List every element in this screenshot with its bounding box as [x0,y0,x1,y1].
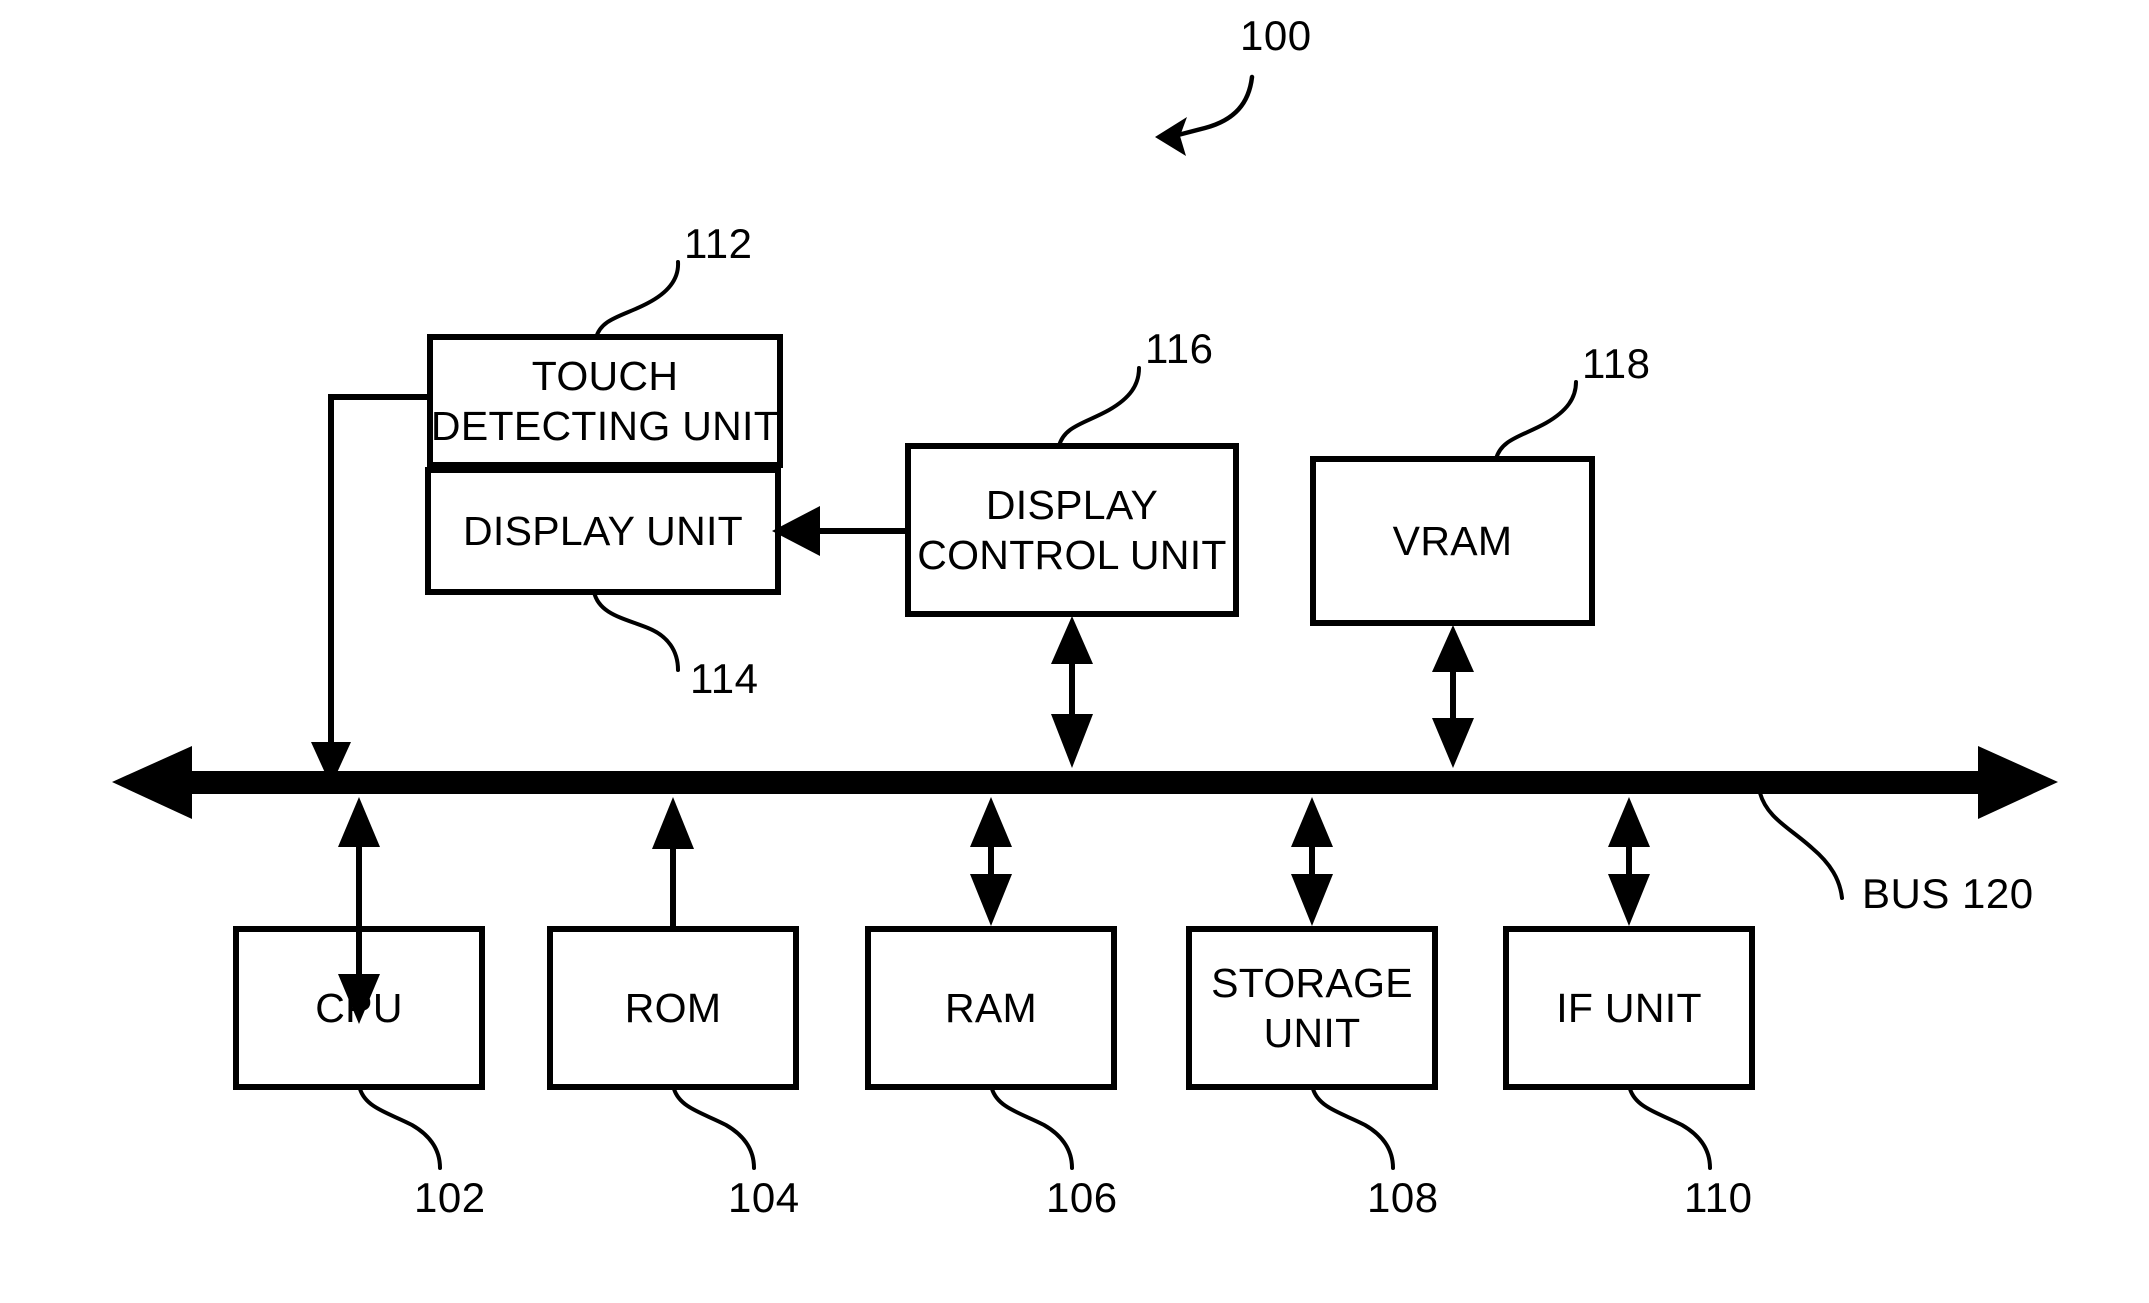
lead-line-114 [592,590,680,672]
block-rect-rom [547,926,799,1090]
connector-display-control-unit-to-display-unit [772,506,905,556]
connector-storage-unit-to-bus [1291,797,1333,926]
reference-numeral-118: 118 [1582,340,1651,387]
reference-numeral-104: 104 [728,1174,800,1221]
reference-numeral-110: 110 [1684,1174,1753,1221]
lead-line-116 [1057,366,1141,448]
reference-numeral-112: 112 [684,220,753,267]
connector-touch-detecting-unit-to-bus [311,394,430,786]
block-rect-display-unit [425,467,781,595]
lead-line-104 [672,1087,756,1170]
connector-vram-to-bus [1432,625,1474,768]
reference-numeral-102: 102 [414,1174,486,1221]
block-rect-touch-detecting-unit [427,334,783,468]
block-rect-storage-unit [1186,926,1438,1090]
lead-line-110 [1628,1087,1712,1170]
connector-if-unit-to-bus [1608,797,1650,926]
patent-block-diagram: TOUCH DETECTING UNIT DISPLAY UNIT DISPLA… [0,0,2149,1303]
lead-line-102 [358,1087,442,1170]
reference-numeral-100: 100 [1240,12,1312,59]
lead-line-108 [1311,1087,1395,1170]
block-rect-ram [865,926,1117,1090]
connector-rom-to-bus [652,797,694,929]
lead-line-106 [990,1087,1074,1170]
figure-100-pointer [1155,74,1255,156]
diagram-canvas [112,74,2058,1170]
lead-line-bus-120 [1758,791,1844,900]
bus-label: BUS 120 [1862,870,2034,917]
lead-line-118 [1494,380,1578,461]
block-rect-display-control-unit [905,443,1239,617]
reference-numeral-108: 108 [1367,1174,1439,1221]
block-rect-if-unit [1503,926,1755,1090]
reference-numeral-116: 116 [1145,325,1214,372]
connector-ram-to-bus [970,797,1012,926]
reference-numeral-106: 106 [1046,1174,1118,1221]
connector-display-control-unit-to-bus [1051,616,1093,768]
reference-numeral-114: 114 [690,655,759,702]
block-rect-vram [1310,456,1595,626]
lead-line-112 [594,260,681,340]
